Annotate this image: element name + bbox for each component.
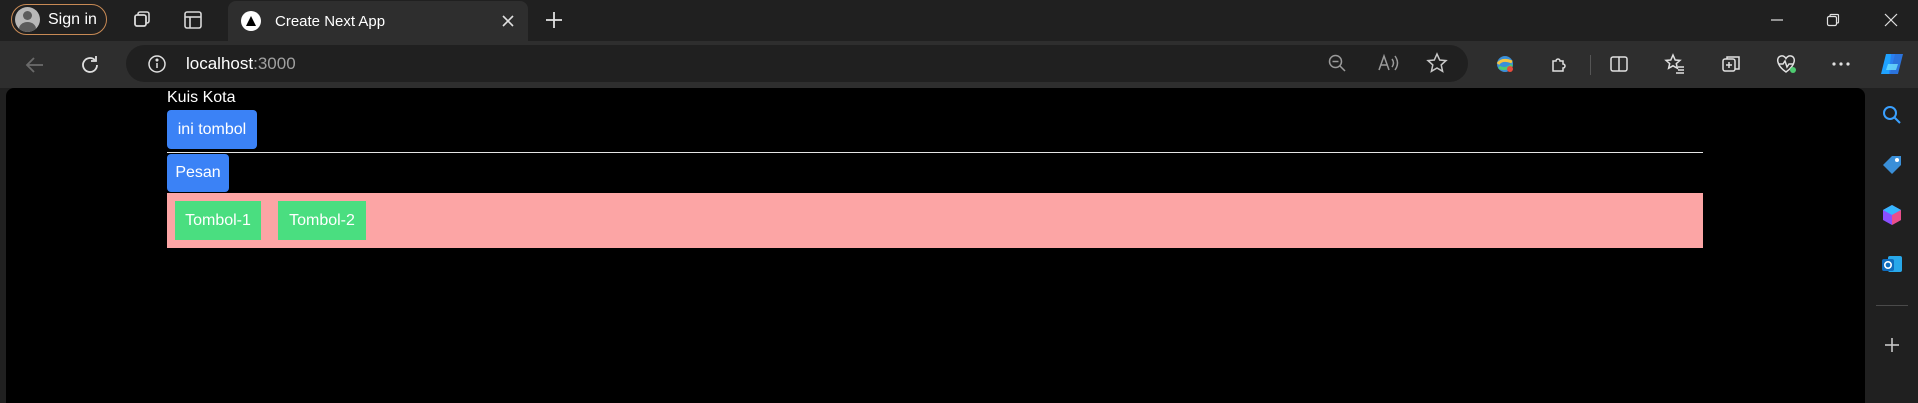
- tab-title: Create Next App: [275, 12, 386, 30]
- extensions-icon[interactable]: [1546, 50, 1574, 78]
- shopping-icon[interactable]: [1879, 152, 1905, 178]
- edge-sidebar: [1866, 88, 1918, 403]
- address-bar[interactable]: localhost:3000: [126, 45, 1468, 82]
- back-icon[interactable]: [21, 51, 49, 79]
- search-icon[interactable]: [1879, 102, 1905, 128]
- new-tab-icon[interactable]: [542, 8, 566, 32]
- favorites-icon[interactable]: [1661, 50, 1689, 78]
- page-title: Kuis Kota: [167, 89, 236, 106]
- tombol-1-button[interactable]: Tombol-1: [175, 201, 261, 240]
- nextjs-favicon: [241, 11, 261, 31]
- read-aloud-icon[interactable]: [1374, 49, 1402, 77]
- avatar: [15, 7, 40, 32]
- ini-tombol-button[interactable]: ini tombol: [167, 110, 257, 149]
- url-text[interactable]: localhost:3000: [186, 54, 296, 74]
- collections-icon[interactable]: [1717, 50, 1745, 78]
- tab-active[interactable]: Create Next App: [228, 1, 528, 41]
- toolbar-divider: [1590, 55, 1591, 75]
- button-group-panel: Tombol-1 Tombol-2: [167, 193, 1703, 248]
- close-icon[interactable]: [500, 13, 516, 29]
- browser-essentials-icon[interactable]: [1772, 50, 1800, 78]
- tombol-2-button[interactable]: Tombol-2: [278, 201, 366, 240]
- copilot-icon[interactable]: [1878, 50, 1906, 78]
- profile-sync-icon[interactable]: [1491, 50, 1519, 78]
- page-viewport: Kuis Kota ini tombol Pesan Tombol-1 Tomb…: [6, 88, 1865, 403]
- sign-in-button[interactable]: Sign in: [11, 4, 107, 35]
- window-close-icon[interactable]: [1880, 9, 1902, 31]
- zoom-out-icon[interactable]: [1323, 49, 1351, 77]
- title-bar: Sign in Create Next App: [0, 0, 1918, 41]
- divider-line: [167, 152, 1703, 153]
- workspaces-icon[interactable]: [130, 8, 154, 32]
- pesan-button[interactable]: Pesan: [167, 154, 229, 192]
- favorite-star-icon[interactable]: [1423, 49, 1451, 77]
- m365-icon[interactable]: [1879, 202, 1905, 228]
- outlook-icon[interactable]: [1879, 251, 1905, 277]
- navigation-toolbar: localhost:3000: [0, 41, 1918, 88]
- restore-icon[interactable]: [1822, 9, 1844, 31]
- minimize-icon[interactable]: [1766, 9, 1788, 31]
- url-host: localhost: [186, 54, 254, 73]
- url-port: :3000: [253, 54, 296, 73]
- split-screen-icon[interactable]: [1605, 50, 1633, 78]
- sign-in-label: Sign in: [48, 10, 97, 28]
- more-icon[interactable]: [1827, 50, 1855, 78]
- refresh-icon[interactable]: [76, 51, 104, 79]
- info-icon[interactable]: [147, 54, 167, 79]
- sidebar-divider: [1876, 305, 1908, 306]
- tab-actions-icon[interactable]: [181, 8, 205, 32]
- add-icon[interactable]: [1879, 332, 1905, 358]
